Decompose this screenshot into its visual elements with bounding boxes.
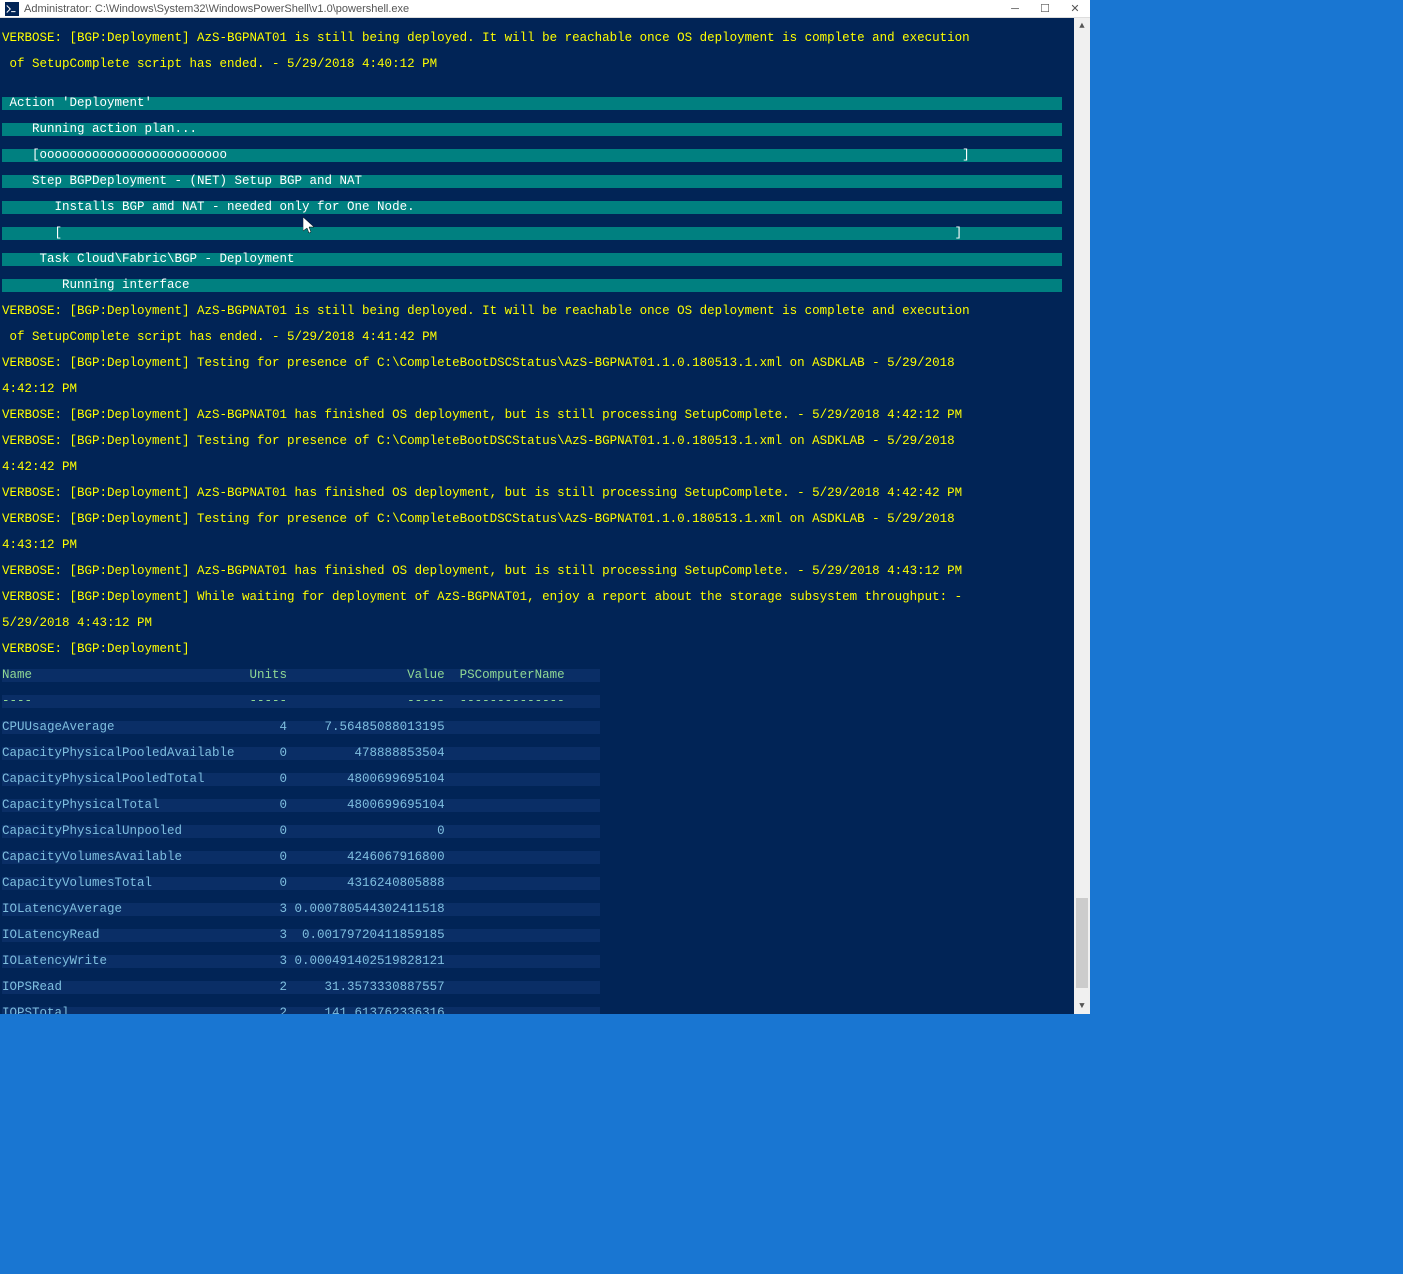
table-row: CapacityVolumesAvailable 0 4246067916800 [2,851,600,864]
verbose-line: VERBOSE: [BGP:Deployment] Testing for pr… [2,434,962,448]
verbose-line: 4:42:12 PM [2,382,77,396]
table-underline: ---- ----- ----- -------------- [2,695,600,708]
table-row: CapacityPhysicalUnpooled 0 0 [2,825,600,838]
table-row: CapacityPhysicalTotal 0 4800699695104 [2,799,600,812]
table-row: IOLatencyRead 3 0.00179720411859185 [2,929,600,942]
verbose-line: of SetupComplete script has ended. - 5/2… [2,57,437,71]
verbose-line: VERBOSE: [BGP:Deployment] Testing for pr… [2,356,962,370]
progress-line: Running interface [2,279,1062,292]
progress-bar: [ooooooooooooooooooooooooo ] [2,149,1062,162]
powershell-window: Administrator: C:\Windows\System32\Windo… [0,0,1090,1014]
verbose-line: VERBOSE: [BGP:Deployment] AzS-BGPNAT01 h… [2,486,962,500]
close-button[interactable]: ✕ [1060,0,1090,18]
table-row: IOPSTotal 2 141.613762336316 [2,1007,600,1014]
verbose-line: VERBOSE: [BGP:Deployment] AzS-BGPNAT01 h… [2,564,962,578]
verbose-line: VERBOSE: [BGP:Deployment] AzS-BGPNAT01 h… [2,408,962,422]
progress-line: Running action plan... [2,123,1062,136]
progress-bar: [ ] [2,227,1062,240]
table-row: IOPSRead 2 31.3573330887557 [2,981,600,994]
verbose-line: 4:42:42 PM [2,460,77,474]
table-row: CapacityPhysicalPooledAvailable 0 478888… [2,747,600,760]
scroll-down-arrow[interactable]: ▼ [1074,998,1090,1014]
vertical-scrollbar[interactable]: ▲ ▼ [1074,18,1090,1014]
progress-line: Step BGPDeployment - (NET) Setup BGP and… [2,175,1062,188]
progress-line: Action 'Deployment' [2,97,1062,110]
maximize-button[interactable]: ☐ [1030,0,1060,18]
content-area: VERBOSE: [BGP:Deployment] AzS-BGPNAT01 i… [0,18,1090,1014]
scroll-thumb[interactable] [1076,898,1088,988]
scroll-up-arrow[interactable]: ▲ [1074,18,1090,34]
table-row: IOLatencyWrite 3 0.000491402519828121 [2,955,600,968]
verbose-line: of SetupComplete script has ended. - 5/2… [2,330,437,344]
progress-line: Installs BGP amd NAT - needed only for O… [2,201,1062,214]
verbose-line: 5/29/2018 4:43:12 PM [2,616,152,630]
verbose-line: VERBOSE: [BGP:Deployment] While waiting … [2,590,962,604]
table-row: CPUUsageAverage 4 7.56485088013195 [2,721,600,734]
verbose-line: VERBOSE: [BGP:Deployment] Testing for pr… [2,512,962,526]
titlebar[interactable]: Administrator: C:\Windows\System32\Windo… [0,0,1090,18]
window-controls: ─ ☐ ✕ [1000,0,1090,18]
table-header: Name Units Value PSComputerName [2,669,600,682]
window-title: Administrator: C:\Windows\System32\Windo… [24,3,1000,15]
minimize-button[interactable]: ─ [1000,0,1030,18]
table-row: CapacityVolumesTotal 0 4316240805888 [2,877,600,890]
progress-line: Task Cloud\Fabric\BGP - Deployment [2,253,1062,266]
table-row: IOLatencyAverage 3 0.000780544302411518 [2,903,600,916]
verbose-line: VERBOSE: [BGP:Deployment] [2,642,190,656]
verbose-line: 4:43:12 PM [2,538,77,552]
table-row: CapacityPhysicalPooledTotal 0 4800699695… [2,773,600,786]
verbose-line: VERBOSE: [BGP:Deployment] AzS-BGPNAT01 i… [2,304,970,318]
console-output[interactable]: VERBOSE: [BGP:Deployment] AzS-BGPNAT01 i… [0,18,1074,1014]
powershell-icon [4,1,20,17]
verbose-line: VERBOSE: [BGP:Deployment] AzS-BGPNAT01 i… [2,31,970,45]
